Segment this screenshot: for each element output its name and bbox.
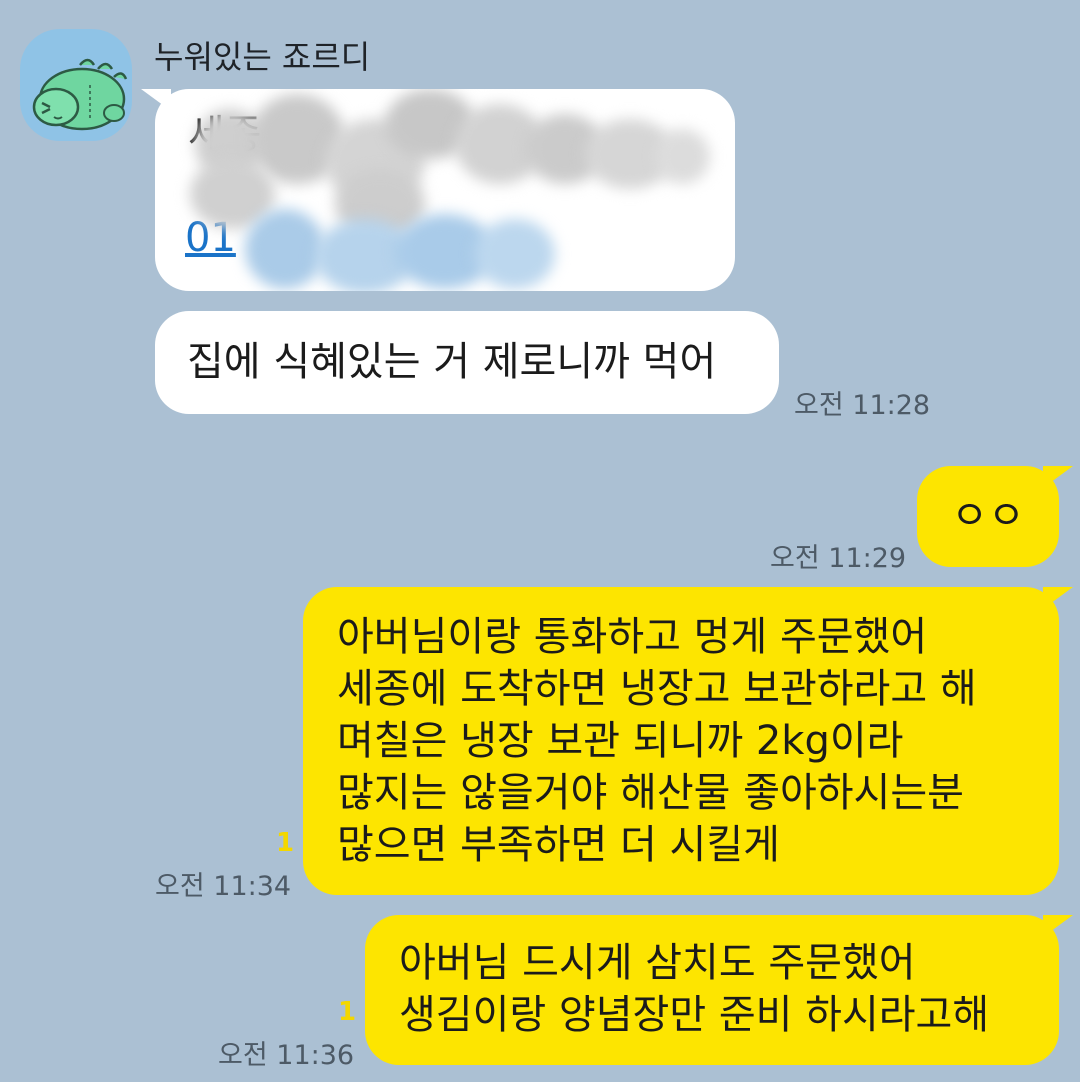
redaction-blur-overlay [155,89,735,291]
message-line: 세종에 도착하면 냉장고 보관하라고 해 [337,666,977,712]
sender-avatar[interactable] [20,29,132,141]
message-line: 아버님이랑 통화하고 멍게 주문했어 [337,614,928,660]
message-line: 며칠은 냉장 보관 되니까 2kg이라 [337,718,904,764]
bubble-tail [1043,466,1073,488]
unread-count: 1 [276,828,295,858]
jordy-dinosaur-avatar-icon [32,58,128,131]
bubble-tail [1043,915,1073,937]
message-text: ㅇㅇ [951,493,1025,539]
outgoing-message[interactable]: 아버님이랑 통화하고 멍게 주문했어 세종에 도착하면 냉장고 보관하라고 해 … [303,587,1073,895]
message-line: 아버님 드시게 삼치도 주문했어 [399,940,916,986]
incoming-message-redacted[interactable]: 세종 01 [141,89,735,291]
bubble-tail [1043,587,1073,609]
sender-name: 누워있는 죠르디 [154,38,371,76]
message-timestamp: 오전 11:28 [794,390,931,421]
message-line: 많지는 않을거야 해산물 좋아하시는분 [337,770,964,816]
message-line: 많으면 부족하면 더 시킬게 [337,822,780,868]
message-timestamp: 오전 11:36 [218,1040,355,1071]
outgoing-message[interactable]: ㅇㅇ [917,466,1073,567]
message-line: 생김이랑 양념장만 준비 하시라고해 [399,992,990,1038]
incoming-message[interactable]: 집에 식혜있는 거 제로니까 먹어 [155,311,779,414]
message-text: 집에 식혜있는 거 제로니까 먹어 [187,339,717,385]
unread-count: 1 [338,997,357,1027]
outgoing-message[interactable]: 아버님 드시게 삼치도 주문했어 생김이랑 양념장만 준비 하시라고해 [365,915,1073,1065]
message-timestamp: 오전 11:29 [770,543,907,574]
message-timestamp: 오전 11:34 [155,871,292,902]
